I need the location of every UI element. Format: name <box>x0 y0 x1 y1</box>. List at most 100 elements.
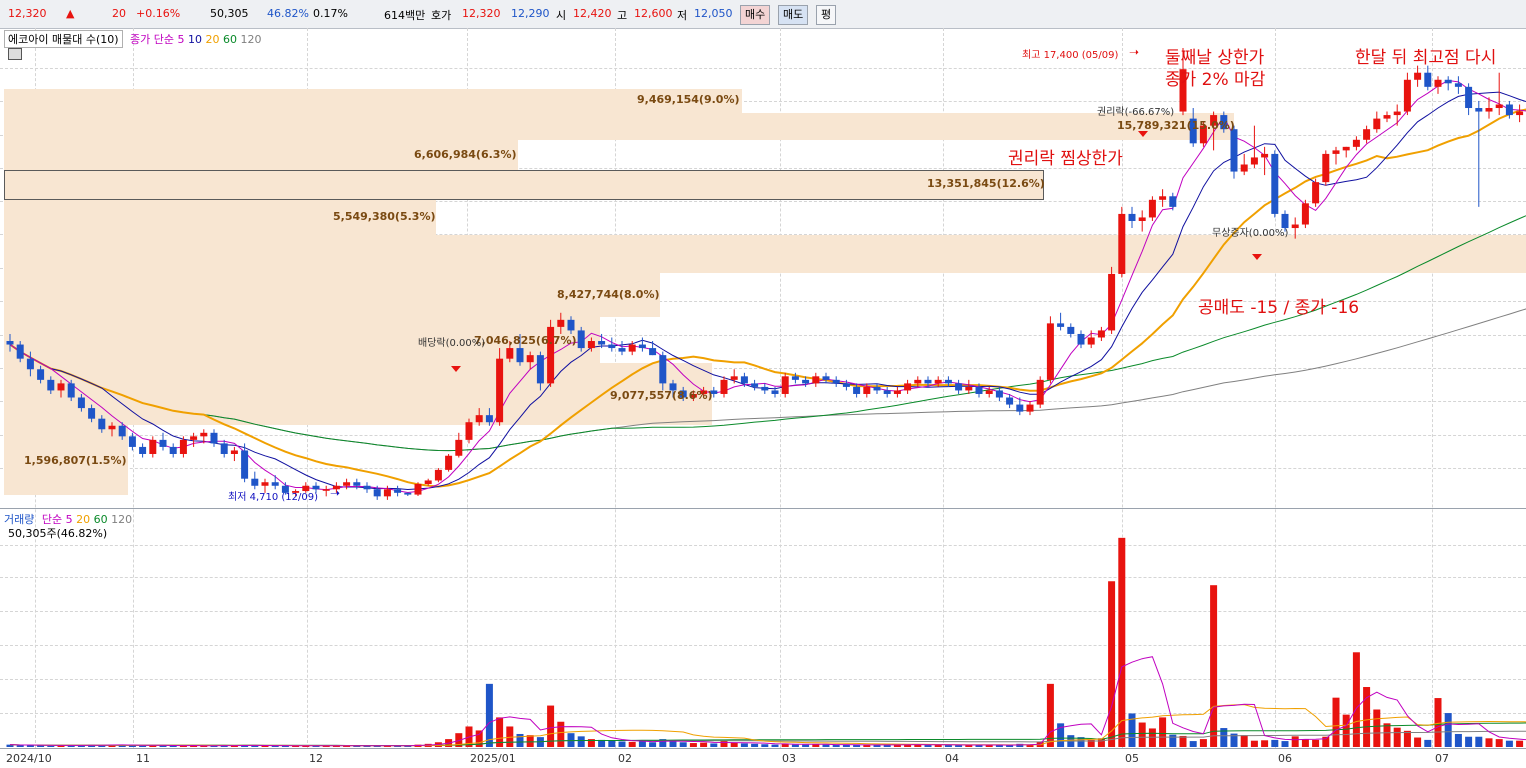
volume-bar <box>1424 739 1432 747</box>
price-panel-title[interactable]: 에코아이 매물대 수(10) <box>4 30 123 48</box>
volume-bar <box>1475 736 1483 747</box>
candle-body <box>1414 72 1422 80</box>
candle-body <box>251 478 259 486</box>
candle-body <box>485 415 493 423</box>
candle-body <box>1516 111 1524 116</box>
volume-bar <box>1434 698 1442 747</box>
candle-body <box>383 489 391 497</box>
candle-body <box>608 344 616 349</box>
volume-bar <box>618 741 626 747</box>
candle-body <box>1465 86 1473 109</box>
candle-body <box>598 341 606 345</box>
volume-bar <box>1189 741 1197 747</box>
bonus-marker: 무상증자(0.00%) <box>1212 228 1289 239</box>
volume-bar <box>669 740 677 747</box>
candle-body <box>88 408 96 419</box>
candle-body <box>1169 196 1177 207</box>
candle-body <box>424 480 432 484</box>
candle-body <box>557 319 565 327</box>
ma60-label: 60 <box>223 33 238 46</box>
volume-bar <box>1342 714 1350 747</box>
candle-body <box>1057 323 1065 327</box>
candle-body <box>475 415 483 423</box>
volume-bar <box>577 736 585 747</box>
table-toggle-icon[interactable] <box>8 48 22 60</box>
vp-label-10: 1,596,807(1.5%) <box>24 454 127 467</box>
panel-divider[interactable] <box>0 508 1526 509</box>
vp-label-7: 8,427,744(8.0%) <box>557 288 660 301</box>
volume-bar <box>832 745 840 747</box>
volume-bar <box>1250 740 1258 747</box>
volume-bar <box>557 721 565 747</box>
candle-body <box>1322 153 1330 183</box>
candle-body <box>883 390 891 394</box>
candle-body <box>1495 104 1503 109</box>
candle-body <box>363 485 371 490</box>
candle-body <box>1077 333 1085 345</box>
candle-body <box>751 383 759 387</box>
candle-body <box>322 489 330 491</box>
volume-bar <box>16 745 24 747</box>
candle-body <box>628 344 636 352</box>
volume-bar <box>751 743 759 747</box>
candle-body <box>842 383 850 387</box>
candle-body <box>1505 104 1513 116</box>
annotation-short-sell: 공매도 -15 / 종가 -16 <box>1198 298 1360 318</box>
candle-body <box>98 418 106 430</box>
candle-body <box>1250 157 1258 165</box>
volume-bar <box>1465 736 1473 747</box>
candle-body <box>210 432 218 444</box>
candle-body <box>1108 273 1116 331</box>
low-marker: 최저 4,710 (12/09) <box>228 492 319 503</box>
candle-body <box>1403 79 1411 112</box>
vp-label-1: 9,469,154(9.0%) <box>637 93 740 106</box>
candle-body <box>271 482 279 486</box>
candle-body <box>67 383 75 398</box>
candle-body <box>1046 323 1054 380</box>
volume-bar <box>1271 739 1279 747</box>
candle-body <box>893 390 901 394</box>
volume-bar <box>1485 738 1493 747</box>
volume-bar <box>1505 740 1513 747</box>
dividend-marker: 배당락(0.00%) <box>418 338 486 349</box>
candle-body <box>241 450 249 479</box>
volume-bar <box>1159 717 1167 747</box>
x-label: 07 <box>1435 752 1449 765</box>
candle-body <box>771 390 779 394</box>
candle-body <box>904 383 912 391</box>
candle-body <box>1373 118 1381 130</box>
candle-body <box>955 383 963 391</box>
candle-body <box>26 358 34 370</box>
candle-body <box>975 386 983 394</box>
volume-bar <box>1454 733 1462 747</box>
candle-body <box>139 446 147 454</box>
candle-body <box>149 439 157 454</box>
volume-bar <box>1006 745 1014 747</box>
candle-body <box>1352 139 1360 147</box>
vp-label-5: 5,549,380(5.3%) <box>333 210 436 223</box>
volume-bar <box>47 745 55 747</box>
candle-body <box>220 443 228 454</box>
volume-bar <box>710 743 718 747</box>
volume-bar <box>1240 735 1248 747</box>
volume-bar <box>802 744 810 747</box>
annotation-second-limit: 둘째날 상한가 종가 2% 마감 <box>1165 48 1266 90</box>
candle-body <box>47 379 55 391</box>
volume-bar <box>1312 739 1320 747</box>
vp-label-2: 15,789,321(15.0%) <box>1117 119 1235 132</box>
candle-body <box>414 483 422 495</box>
volume-bar <box>628 741 636 747</box>
candle-body <box>730 376 738 380</box>
candle-body <box>1332 150 1340 154</box>
volume-bar <box>1199 739 1207 747</box>
candle-body <box>516 348 524 363</box>
x-label: 05 <box>1125 752 1139 765</box>
volume-bar <box>1108 581 1116 747</box>
volume-bar <box>37 745 45 747</box>
candle-body <box>159 439 167 447</box>
candle-body <box>812 376 820 384</box>
candle-body <box>1026 404 1034 412</box>
candle-body <box>1444 79 1452 84</box>
volume-bar <box>649 742 657 747</box>
candle-body <box>873 386 881 391</box>
